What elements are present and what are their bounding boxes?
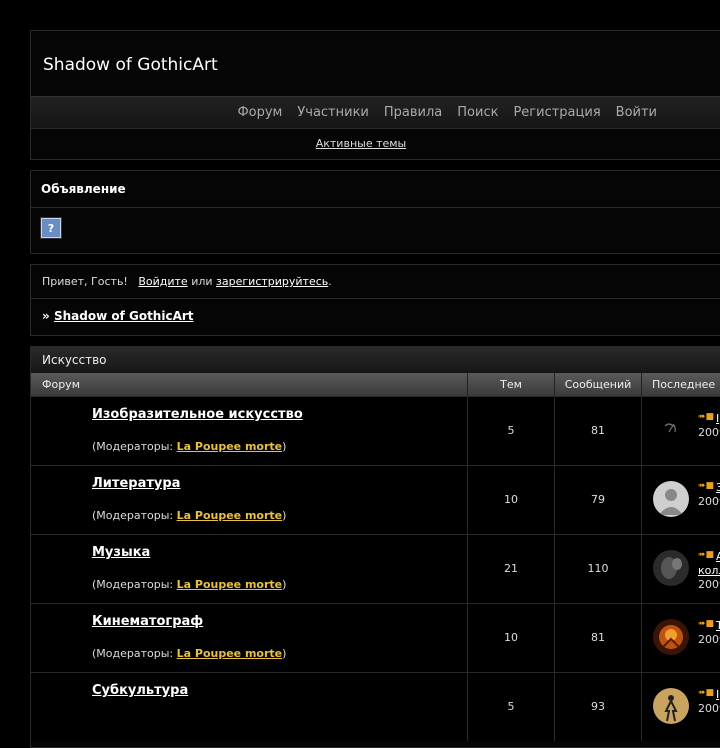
register-link[interactable]: зарегистрируйтесь xyxy=(216,275,328,288)
posts-count: 93 xyxy=(591,700,605,713)
category-title[interactable]: Искусство xyxy=(31,347,720,373)
moderators-close: ) xyxy=(282,509,287,522)
forum-category: Искусство Форум Тем Сообщений Последнее … xyxy=(30,346,720,748)
last-post-title[interactable]: I xyxy=(698,412,720,426)
topics-count: 10 xyxy=(504,631,518,644)
last-post-title[interactable]: А xyxy=(698,550,720,564)
breadcrumb-separator: » xyxy=(42,309,50,323)
announcement-title: Объявление xyxy=(41,182,126,196)
topics-count: 5 xyxy=(507,700,515,713)
divider xyxy=(31,298,720,299)
moderators-close: ) xyxy=(282,647,287,660)
moderator-link[interactable]: La Poupee morte xyxy=(177,578,283,591)
breadcrumb-home-link[interactable]: Shadow of GothicArt xyxy=(54,309,194,323)
guest-greeting: Привет, Гость! Войдите или зарегистрируй… xyxy=(42,275,332,288)
greeting-text: Привет, Гость! xyxy=(42,275,128,288)
moderators-line: (Модераторы: La Poupee morte) xyxy=(92,440,286,453)
topics-count: 21 xyxy=(504,562,518,575)
last-post-title-cont[interactable]: колл xyxy=(698,564,720,578)
last-post-title[interactable]: Т xyxy=(698,619,720,633)
announcement-box: Объявление ? xyxy=(30,170,720,254)
table-header: Форум Тем Сообщений Последнее xyxy=(31,373,720,396)
last-post-info: Т2009 xyxy=(698,619,720,647)
moderator-link[interactable]: La Poupee morte xyxy=(177,440,283,453)
last-post-date: 2009 xyxy=(698,495,720,508)
avatar[interactable] xyxy=(653,619,689,655)
last-post-title[interactable]: З xyxy=(698,481,720,495)
welcome-box: Привет, Гость! Войдите или зарегистрируй… xyxy=(30,264,720,336)
last-post-title[interactable]: I xyxy=(698,688,720,702)
forum-link[interactable]: Изобразительное искусство xyxy=(92,407,303,422)
forum-row: Кинематограф (Модераторы: La Poupee morte… xyxy=(31,603,720,672)
forum-link[interactable]: Субкультура xyxy=(92,683,188,698)
last-post-date: 2009 xyxy=(698,633,720,646)
divider xyxy=(31,207,720,208)
main-navbar: Форум Участники Правила Поиск Регистраци… xyxy=(31,96,720,129)
nav-login[interactable]: Войти xyxy=(616,105,657,120)
broken-image-icon: ? xyxy=(41,218,61,238)
posts-count: 81 xyxy=(591,631,605,644)
moderators-line: (Модераторы: La Poupee morte) xyxy=(92,578,286,591)
avatar[interactable] xyxy=(653,412,689,448)
nav-forum[interactable]: Форум xyxy=(237,105,282,120)
moderators-label: (Модераторы: xyxy=(92,647,174,660)
active-topics-link[interactable]: Активные темы xyxy=(31,137,691,150)
forum-row: Изобразительное искусство (Модераторы: La… xyxy=(31,396,720,465)
nav-search[interactable]: Поиск xyxy=(457,105,498,120)
moderators-line: (Модераторы: La Poupee morte) xyxy=(92,509,286,522)
moderator-link[interactable]: La Poupee morte xyxy=(177,509,283,522)
nav-menu: Форум Участники Правила Поиск Регистраци… xyxy=(237,97,657,128)
last-post-info: Аколл2009 xyxy=(698,550,720,592)
breadcrumb: » Shadow of GothicArt xyxy=(42,309,194,323)
or-text: или xyxy=(191,275,213,288)
moderators-label: (Модераторы: xyxy=(92,440,174,453)
last-post-date: 2009 xyxy=(698,578,720,591)
forum-header: Shadow of GothicArt Форум Участники Прав… xyxy=(30,30,720,160)
last-post-info: I2009 xyxy=(698,688,720,716)
login-link[interactable]: Войдите xyxy=(138,275,187,288)
moderators-label: (Модераторы: xyxy=(92,578,174,591)
avatar[interactable] xyxy=(653,481,689,517)
avatar[interactable] xyxy=(653,550,689,586)
moderators-close: ) xyxy=(282,440,287,453)
forum-row: Музыка (Модераторы: La Poupee morte) 21 110… xyxy=(31,534,720,603)
col-posts: Сообщений xyxy=(555,373,642,396)
avatar[interactable] xyxy=(653,688,689,724)
posts-count: 81 xyxy=(591,424,605,437)
last-post-info: I2009 xyxy=(698,412,720,440)
col-topics: Тем xyxy=(468,373,555,396)
forum-link[interactable]: Кинематограф xyxy=(92,614,203,629)
forum-row: Литература (Модераторы: La Poupee morte) 1… xyxy=(31,465,720,534)
forum-row: Субкультура593➠■I2009 xyxy=(31,672,720,741)
last-post-info: З2009 xyxy=(698,481,720,509)
moderators-line: (Модераторы: La Poupee morte) xyxy=(92,647,286,660)
site-title[interactable]: Shadow of GothicArt xyxy=(43,55,218,75)
period-text: . xyxy=(328,275,332,288)
nav-register[interactable]: Регистрация xyxy=(513,105,600,120)
last-post-date: 2009 xyxy=(698,702,720,715)
moderators-label: (Модераторы: xyxy=(92,509,174,522)
topics-count: 10 xyxy=(504,493,518,506)
moderators-close: ) xyxy=(282,578,287,591)
forum-link[interactable]: Литература xyxy=(92,476,180,491)
forum-link[interactable]: Музыка xyxy=(92,545,150,560)
moderator-link[interactable]: La Poupee morte xyxy=(177,647,283,660)
col-last-post: Последнее xyxy=(652,378,716,391)
nav-rules[interactable]: Правила xyxy=(384,105,442,120)
last-post-date: 2009 xyxy=(698,426,720,439)
col-forum: Форум xyxy=(31,373,468,396)
topics-count: 5 xyxy=(507,424,515,437)
posts-count: 79 xyxy=(591,493,605,506)
posts-count: 110 xyxy=(587,562,609,575)
nav-members[interactable]: Участники xyxy=(297,105,369,120)
